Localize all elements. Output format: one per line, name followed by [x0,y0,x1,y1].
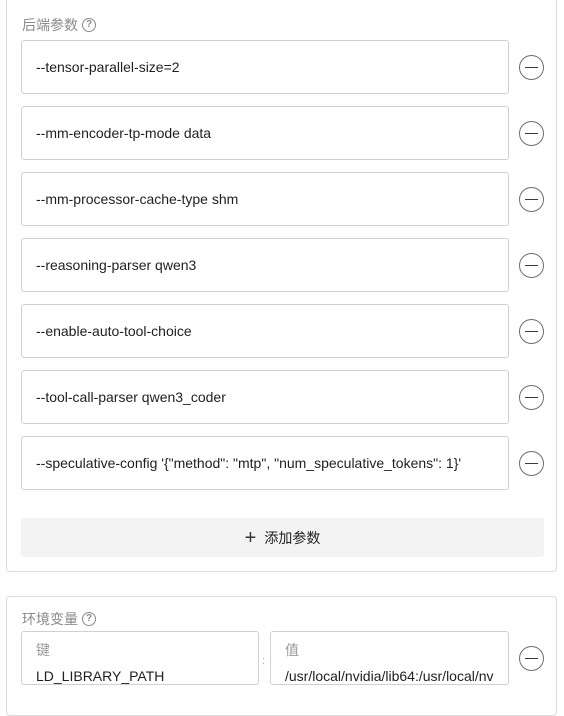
env-key-label: 键 [36,642,50,658]
arg-input[interactable]: --reasoning-parser qwen3 [21,238,509,292]
arg-input[interactable]: --tool-call-parser qwen3_coder [21,370,509,424]
arg-row: --tensor-parallel-size=2 [21,40,544,94]
arg-input[interactable]: --enable-auto-tool-choice [21,304,509,358]
env-value-value[interactable]: /usr/local/nvidia/lib64:/usr/local/nv [285,668,494,684]
remove-arg-button[interactable] [519,121,544,146]
arg-row: --enable-auto-tool-choice [21,304,544,358]
arg-row: --tool-call-parser qwen3_coder [21,370,544,424]
remove-arg-button[interactable] [519,253,544,278]
add-arg-label: 添加参数 [264,529,321,546]
backend-args-title: 后端参数 ? [22,15,96,35]
backend-args-card: 后端参数 ? --tensor-parallel-size=2 --mm-enc… [6,0,557,572]
arg-input[interactable]: --speculative-config '{"method": "mtp", … [21,436,509,490]
arg-input[interactable]: --mm-processor-cache-type shm [21,172,509,226]
arg-row: --mm-processor-cache-type shm [21,172,544,226]
arg-row: --reasoning-parser qwen3 [21,238,544,292]
add-arg-button[interactable]: + 添加参数 [21,518,544,557]
remove-arg-button[interactable] [519,319,544,344]
arg-input[interactable]: --tensor-parallel-size=2 [21,40,509,94]
arg-input[interactable]: --mm-encoder-tp-mode data [21,106,509,160]
arg-row: --mm-encoder-tp-mode data [21,106,544,160]
arg-row: --speculative-config '{"method": "mtp", … [21,436,544,490]
remove-arg-button[interactable] [519,187,544,212]
env-vars-title: 环境变量 ? [22,609,96,629]
env-key-field[interactable]: 键 LD_LIBRARY_PATH [21,631,259,685]
help-icon[interactable]: ? [82,18,96,32]
remove-arg-button[interactable] [519,385,544,410]
env-separator: : [262,655,266,667]
env-value-label: 值 [285,642,299,658]
env-vars-card: 环境变量 ? 键 LD_LIBRARY_PATH : 值 /usr/local/… [6,596,557,716]
remove-env-button[interactable] [519,646,544,671]
remove-arg-button[interactable] [519,55,544,80]
env-value-field[interactable]: 值 /usr/local/nvidia/lib64:/usr/local/nv [270,631,509,685]
remove-arg-button[interactable] [519,451,544,476]
env-key-value[interactable]: LD_LIBRARY_PATH [36,668,244,684]
help-icon[interactable]: ? [82,612,96,626]
plus-icon: + [244,526,257,549]
